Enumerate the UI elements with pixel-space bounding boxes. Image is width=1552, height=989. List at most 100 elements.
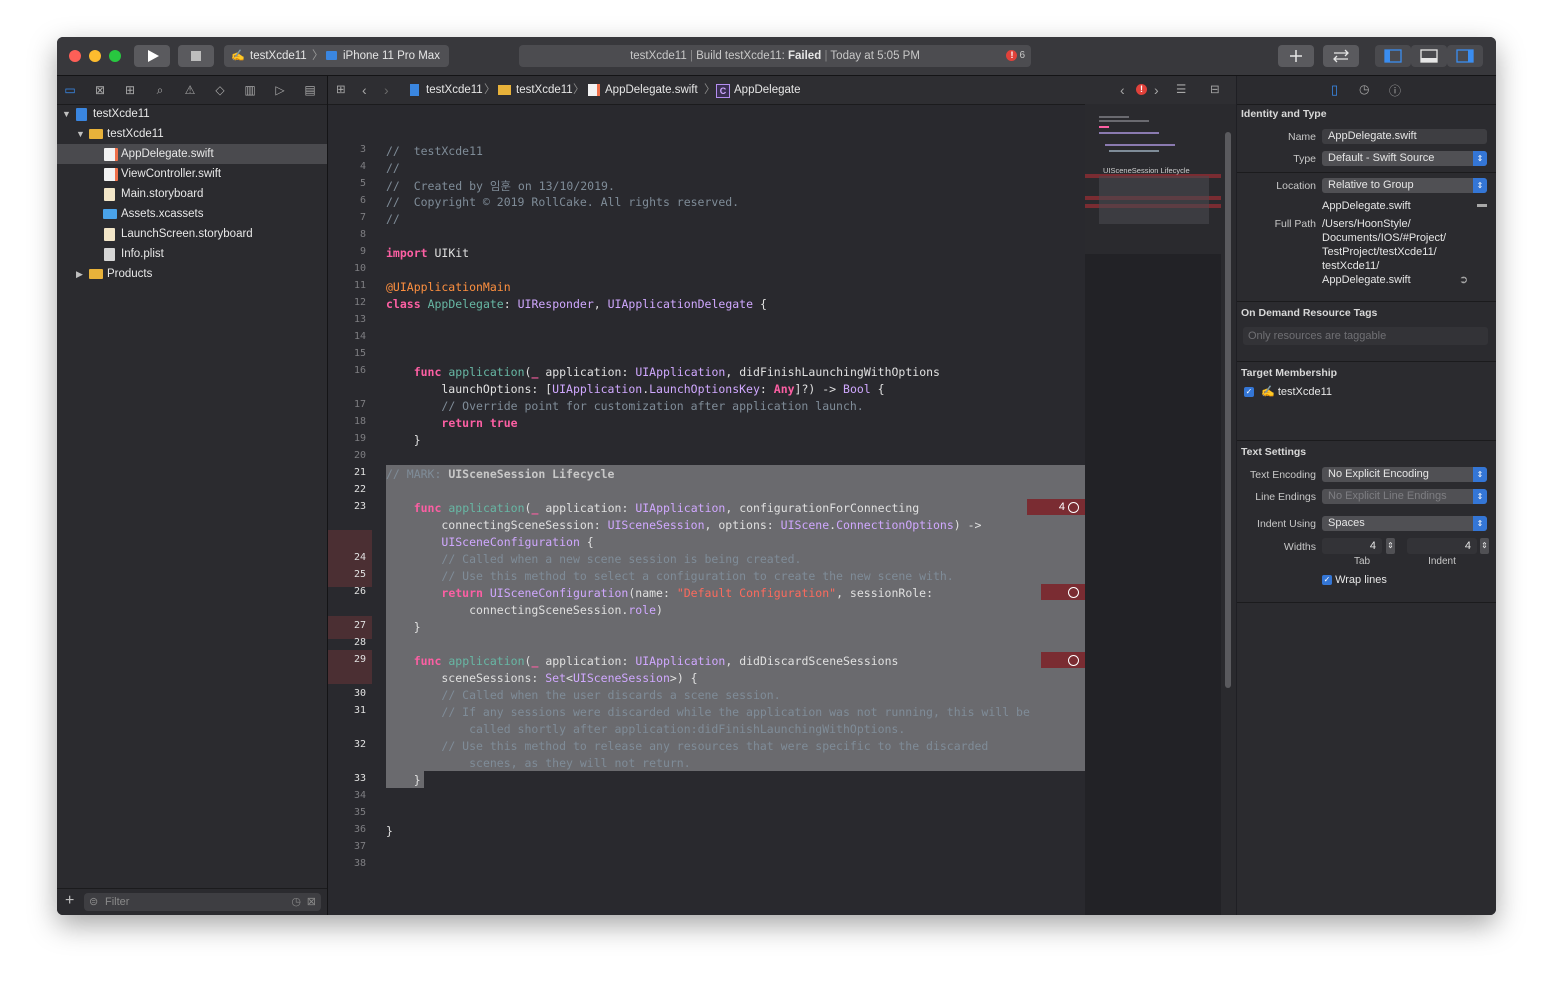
chevron-right-icon: 〉 (484, 84, 496, 96)
navigator-selector-bar: ▭ ⊠ ⊞ ⌕ ⚠ ◇ ▥ ▷ ▤ (57, 76, 327, 105)
code-line: // Called when the user discards a scene… (441, 688, 781, 702)
toggle-debug-area-button[interactable] (1411, 45, 1447, 67)
indent-using-popup[interactable]: Spaces ⇕ (1322, 516, 1487, 531)
code-line: } (386, 824, 393, 838)
symbol-icon[interactable]: ⊞ (123, 83, 137, 97)
folder-icon[interactable]: ▬ (1477, 199, 1487, 210)
issue-error-icon[interactable]: ! (1136, 84, 1147, 95)
next-issue-button[interactable]: › (1154, 76, 1159, 104)
add-file-button[interactable]: + (65, 892, 74, 910)
code-text-area[interactable]: 4 // testXcde11 // // Created by 임훈 on 1… (328, 104, 1085, 915)
target-membership-row[interactable]: ✓ ✍ testXcde11 (1244, 385, 1332, 398)
close-window-button[interactable] (69, 50, 81, 62)
breadcrumb-symbol[interactable]: AppDelegate (734, 76, 801, 104)
library-button[interactable] (1278, 45, 1314, 67)
type-value: Default - Swift Source (1328, 152, 1435, 164)
folder-icon (89, 269, 103, 279)
scheme-device[interactable]: iPhone 11 Pro Max (343, 45, 440, 67)
code-review-button[interactable] (1323, 45, 1359, 67)
breakpoint-icon[interactable]: ▷ (273, 83, 287, 97)
breadcrumb-file[interactable]: AppDelegate.swift (605, 76, 698, 104)
report-icon[interactable]: ▤ (303, 83, 317, 97)
file-inspector-icon[interactable]: ▯ (1331, 82, 1338, 98)
tree-item-label: Assets.xcassets (121, 208, 204, 220)
indent-width-field[interactable]: 4 (1407, 538, 1477, 554)
toggle-inspector-button[interactable] (1447, 45, 1483, 67)
help-inspector-icon[interactable]: ⓘ (1389, 82, 1401, 99)
scheme-selector[interactable]: ✍ testXcde11 〉 iPhone 11 Pro Max (224, 45, 449, 67)
build-error-badge[interactable]: ! 6 (1006, 45, 1025, 67)
scm-filter-icon[interactable]: ⊠ (307, 893, 316, 911)
minimap[interactable]: UISceneSession Lifecycle (1085, 104, 1221, 915)
split-editor-icon[interactable]: ⊟ (1210, 76, 1220, 104)
scrollbar-thumb[interactable] (1225, 132, 1231, 688)
tree-item-products[interactable]: ▶ Products (57, 264, 327, 284)
file-tree: ▼ testXcde11 ▼ testXcde11 AppDelegate.sw… (57, 104, 327, 284)
forward-button[interactable]: › (384, 76, 389, 104)
code-line: } (386, 433, 421, 447)
reveal-in-finder-icon[interactable]: ➲ (1459, 273, 1468, 286)
activity-time: Today at 5:05 PM (830, 50, 920, 62)
activity-viewer[interactable]: testXcde11 | Build testXcde11: Failed | … (519, 45, 1031, 67)
test-icon[interactable]: ◇ (213, 83, 227, 97)
navigator-filter-input[interactable]: ⊜ Filter ◷ ⊠ (84, 893, 321, 911)
warning-icon[interactable]: ⚠ (183, 83, 197, 97)
breadcrumb-project[interactable]: testXcde11 (426, 76, 483, 104)
checkbox-checked-icon[interactable]: ✓ (1244, 387, 1254, 398)
source-control-icon[interactable]: ⊠ (93, 83, 107, 97)
zoom-window-button[interactable] (109, 50, 121, 62)
location-popup[interactable]: Relative to Group ⇕ (1322, 178, 1487, 193)
error-annotation[interactable]: 4 (1027, 499, 1085, 515)
stop-button[interactable] (178, 45, 214, 67)
tree-item-project[interactable]: ▼ testXcde11 (57, 104, 327, 124)
code-line: @UIApplicationMain (386, 280, 511, 294)
error-annotation[interactable] (1041, 584, 1085, 600)
tab-width-stepper[interactable]: ⇕ (1386, 538, 1395, 554)
storyboard-file-icon (104, 228, 115, 241)
wrap-lines-row[interactable]: ✓ Wrap lines (1322, 574, 1387, 586)
disclosure-open-icon[interactable]: ▼ (62, 104, 71, 124)
code-line: // Override point for customization afte… (441, 399, 864, 413)
checkbox-checked-icon[interactable]: ✓ (1322, 575, 1332, 586)
find-icon[interactable]: ⌕ (153, 83, 167, 97)
encoding-popup[interactable]: No Explicit Encoding ⇕ (1322, 467, 1487, 482)
swift-file-icon (104, 168, 118, 181)
indent-width-stepper[interactable]: ⇕ (1480, 538, 1489, 554)
back-button[interactable]: ‹ (362, 76, 367, 104)
history-inspector-icon[interactable]: ◷ (1359, 82, 1369, 96)
play-icon (148, 50, 159, 62)
tree-item-group[interactable]: ▼ testXcde11 (57, 124, 327, 144)
popup-arrows-icon: ⇕ (1473, 516, 1487, 531)
folder-icon[interactable]: ▭ (63, 83, 77, 97)
error-annotation[interactable] (1041, 652, 1085, 668)
editor-options-icon[interactable]: ☰ (1176, 76, 1186, 104)
tree-item-launchscreen[interactable]: LaunchScreen.storyboard (57, 224, 327, 244)
disclosure-open-icon[interactable]: ▼ (76, 124, 85, 144)
related-items-icon[interactable]: ⊞ (336, 76, 346, 104)
fullpath-label: Full Path (1274, 218, 1316, 230)
recent-files-icon[interactable]: ◷ (291, 893, 301, 911)
vertical-scrollbar[interactable] (1221, 104, 1236, 915)
previous-issue-button[interactable]: ‹ (1120, 76, 1125, 104)
disclosure-closed-icon[interactable]: ▶ (76, 264, 83, 284)
line-endings-popup[interactable]: No Explicit Line Endings ⇕ (1322, 489, 1487, 504)
location-label: Location (1276, 180, 1316, 192)
swift-file-icon (588, 84, 600, 96)
name-field[interactable]: AppDelegate.swift (1322, 129, 1487, 144)
tree-item-assets[interactable]: Assets.xcassets (57, 204, 327, 224)
tab-width-field[interactable]: 4 (1322, 538, 1382, 554)
left-panel-icon (1384, 49, 1402, 63)
fullpath-value: /Users/HoonStyle/ Documents/IOS/#Project… (1322, 217, 1446, 287)
plus-icon (1290, 50, 1302, 62)
popup-arrows-icon: ⇕ (1473, 151, 1487, 166)
tree-item-infoplist[interactable]: Info.plist (57, 244, 327, 264)
type-popup[interactable]: Default - Swift Source ⇕ (1322, 151, 1487, 166)
debug-icon[interactable]: ▥ (243, 83, 257, 97)
breadcrumb-group[interactable]: testXcde11 (516, 76, 573, 104)
run-button[interactable] (134, 45, 170, 67)
tree-item-main-storyboard[interactable]: Main.storyboard (57, 184, 327, 204)
tree-item-appdelegate[interactable]: AppDelegate.swift (57, 144, 327, 164)
minimize-window-button[interactable] (89, 50, 101, 62)
tree-item-viewcontroller[interactable]: ViewController.swift (57, 164, 327, 184)
toggle-navigator-button[interactable] (1375, 45, 1411, 67)
